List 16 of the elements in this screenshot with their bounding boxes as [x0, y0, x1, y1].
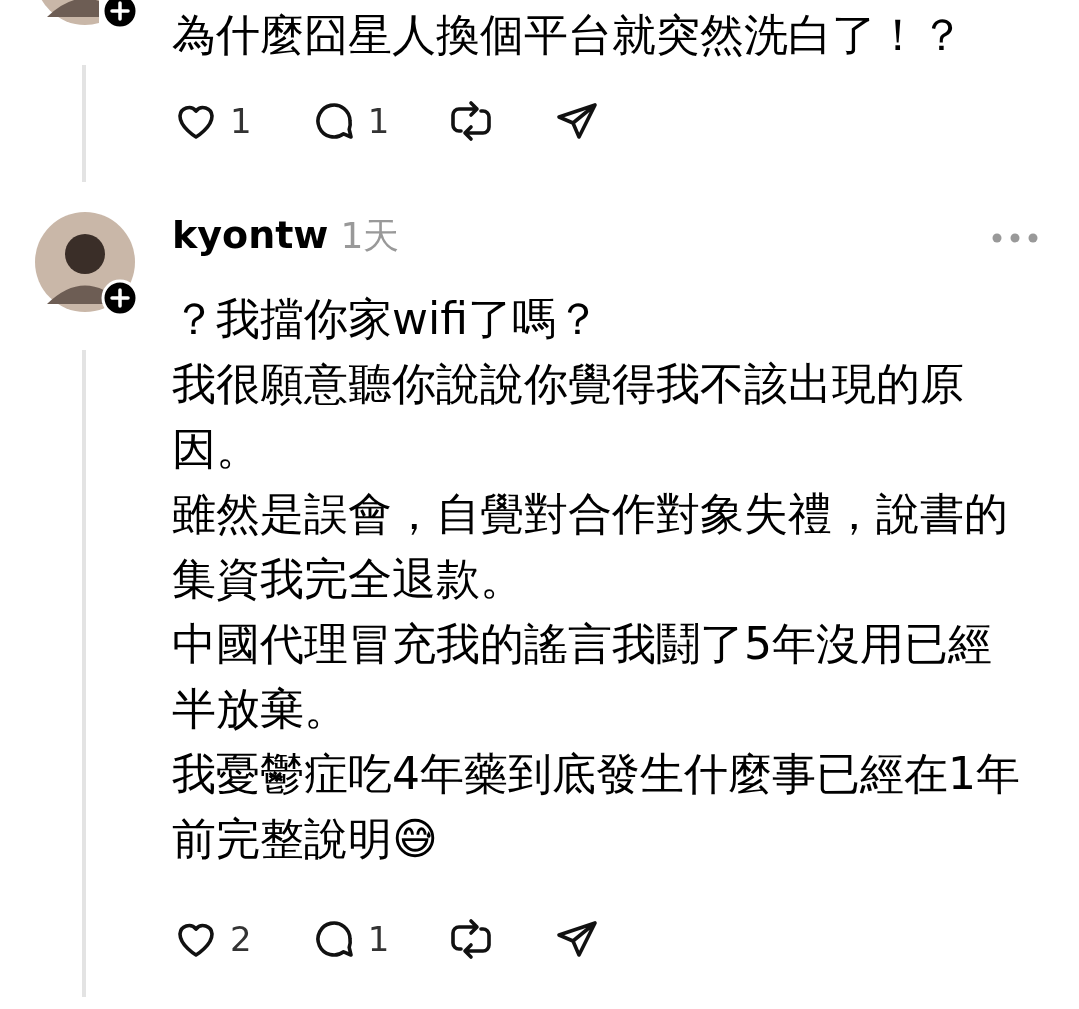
like-count: 1 [230, 101, 252, 141]
post-text: 為什麼囧星人換個平台就突然洗白了！？ [172, 8, 965, 62]
post-text: 我憂鬱症吃4年藥到底發生什麼事已經在1年前完整說明😅 [172, 747, 1021, 866]
avatar[interactable] [35, 212, 135, 312]
post-text: 中國代理冒充我的謠言我鬪了5年沒用已經半放棄。 [172, 617, 993, 736]
follow-plus-icon[interactable] [101, 279, 139, 317]
reply-count: 1 [367, 101, 390, 141]
reply-count: 1 [367, 919, 390, 959]
post-text: 我很願意聽你說說你覺得我不該出現的原因。 [172, 357, 965, 476]
like-count: 2 [230, 919, 252, 959]
post-text: ？我擋你家wifi了嗎？ [172, 292, 601, 346]
post-text: 雖然是誤會，自覺對合作對象失禮，說書的集資我完全退款。 [172, 487, 1009, 606]
more-icon[interactable] [991, 232, 1039, 244]
username[interactable]: kyontw [172, 213, 329, 257]
timestamp: 1天 [340, 214, 400, 258]
follow-plus-icon[interactable] [101, 0, 139, 30]
